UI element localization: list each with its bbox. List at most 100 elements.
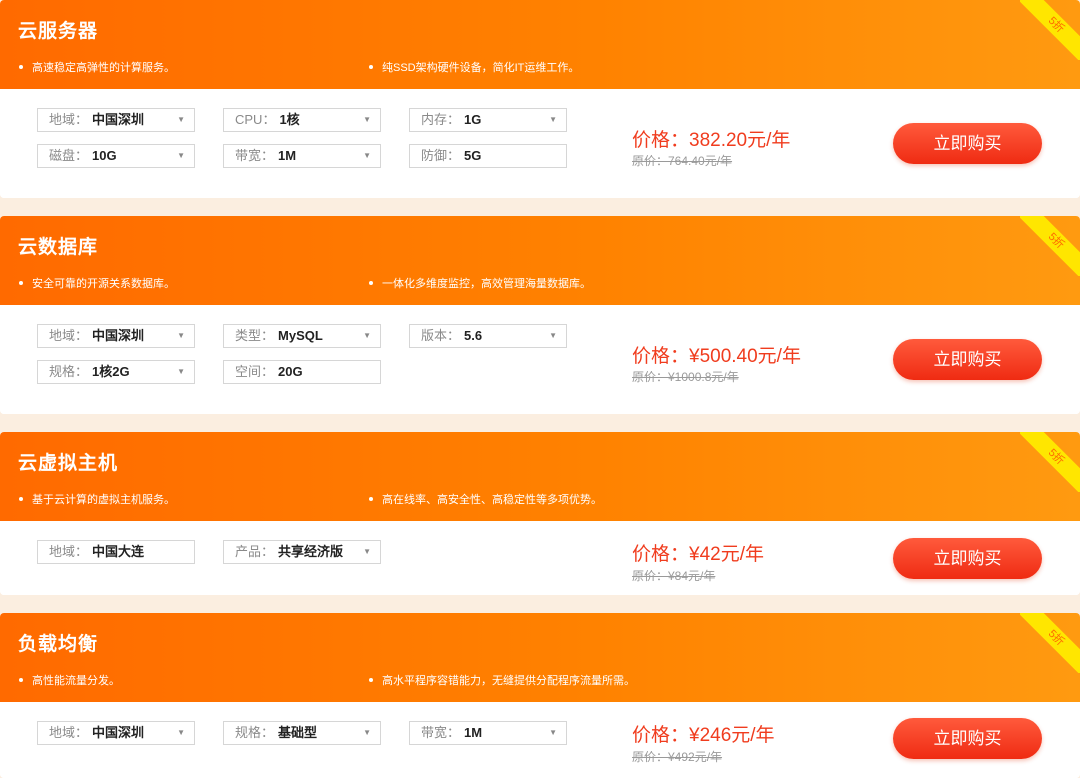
field-label: 地域： [49,725,89,740]
card-header: 云数据库 安全可靠的开源关系数据库。 一体化多维度监控，高效管理海量数据库。 5… [0,216,1080,305]
buy-now-button[interactable]: 立即购买 [893,538,1042,579]
field-value: 中国深圳 [92,112,145,127]
card-body: 地域： 中国深圳 ▼ 规格： 基础型 ▼ 带宽： 1M ▼ 价格：¥246元/年 原价：¥4… [0,702,1080,778]
discount-ribbon: 5折 [1020,216,1080,276]
chevron-down-icon: ▼ [363,547,371,556]
chevron-down-icon: ▼ [177,331,185,340]
defense-field: 防御： 5G [409,144,567,168]
product-list: 云服务器 高速稳定高弹性的计算服务。 纯SSD架构硬件设备，简化IT运维工作。 … [0,0,1080,778]
chevron-down-icon: ▼ [177,728,185,737]
buy-now-button[interactable]: 立即购买 [893,339,1042,380]
region-field: 地域： 中国大连 [37,540,195,564]
card-body: 地域： 中国大连 产品： 共享经济版 ▼ 价格：¥42元/年 原价：¥84元/年 立即… [0,521,1080,595]
field-value: 中国大连 [92,544,145,559]
discount-badge: 5折 [1020,432,1080,492]
card-header: 负载均衡 高性能流量分发。 高水平程序容错能力，无缝提供分配程序流量所需。 5折 [0,613,1080,702]
field-label: 内存： [421,112,461,127]
field-label: 类型： [235,328,275,343]
card-header: 云服务器 高速稳定高弹性的计算服务。 纯SSD架构硬件设备，简化IT运维工作。 … [0,0,1080,89]
original-price: 原价：¥1000.8元/年 [632,370,739,384]
original-price: 原价：¥84元/年 [632,569,716,583]
bandwidth-select[interactable]: 带宽： 1M ▼ [223,144,381,168]
discount-ribbon: 5折 [1020,432,1080,492]
card-body: 地域： 中国深圳 ▼ CPU： 1核 ▼ 内存： 1G ▼ 磁盘： 10G ▼ 带宽： 1M ▼ 防… [0,89,1080,198]
spec-select[interactable]: 规格： 基础型 ▼ [223,721,381,745]
discount-badge: 5折 [1020,0,1080,60]
region-select[interactable]: 地域： 中国深圳 ▼ [37,324,195,348]
product-card-load-balancer: 负载均衡 高性能流量分发。 高水平程序容错能力，无缝提供分配程序流量所需。 5折… [0,613,1080,778]
spec-select[interactable]: 规格： 1核2G ▼ [37,360,195,384]
product-card-virtual-host: 云虚拟主机 基于云计算的虚拟主机服务。 高在线率、高安全性、高稳定性等多项优势。… [0,432,1080,595]
feature-item: 基于云计算的虚拟主机服务。 [19,491,175,507]
discount-badge: 5折 [1020,216,1080,276]
version-select[interactable]: 版本： 5.6 ▼ [409,324,567,348]
field-label: 磁盘： [49,148,89,163]
field-label: 版本： [421,328,461,343]
bandwidth-select[interactable]: 带宽： 1M ▼ [409,721,567,745]
field-label: 防御： [421,148,461,163]
field-label: 产品： [235,544,275,559]
feature-item: 高速稳定高弹性的计算服务。 [19,59,175,75]
field-label: 带宽： [235,148,275,163]
chevron-down-icon: ▼ [177,115,185,124]
price: 价格：¥42元/年 [632,544,764,565]
field-value: 中国深圳 [92,725,145,740]
card-header: 云虚拟主机 基于云计算的虚拟主机服务。 高在线率、高安全性、高稳定性等多项优势。… [0,432,1080,521]
card-title: 云虚拟主机 [18,453,119,474]
product-select[interactable]: 产品： 共享经济版 ▼ [223,540,381,564]
card-body: 地域： 中国深圳 ▼ 类型： MySQL ▼ 版本： 5.6 ▼ 规格： 1核2G ▼ 空间： 2… [0,305,1080,414]
card-title: 负载均衡 [18,634,99,655]
field-value: 20G [278,364,303,379]
chevron-down-icon: ▼ [549,115,557,124]
chevron-down-icon: ▼ [177,151,185,160]
type-select[interactable]: 类型： MySQL ▼ [223,324,381,348]
chevron-down-icon: ▼ [363,151,371,160]
feature-item: 安全可靠的开源关系数据库。 [19,275,175,291]
buy-now-button[interactable]: 立即购买 [893,718,1042,759]
field-value: 1核 [279,112,300,127]
field-value: 10G [92,148,117,163]
field-label: 地域： [49,328,89,343]
field-value: 5.6 [464,328,483,343]
field-label: 地域： [49,544,89,559]
feature-item: 一体化多维度监控，高效管理海量数据库。 [369,275,591,291]
chevron-down-icon: ▼ [363,728,371,737]
field-value: MySQL [278,328,323,343]
field-value: 1M [278,148,297,163]
memory-select[interactable]: 内存： 1G ▼ [409,108,567,132]
feature-item: 高水平程序容错能力，无缝提供分配程序流量所需。 [369,672,635,688]
field-value: 1G [464,112,482,127]
field-label: 带宽： [421,725,461,740]
field-value: 基础型 [278,725,318,740]
discount-badge: 5折 [1020,613,1080,673]
chevron-down-icon: ▼ [363,331,371,340]
card-title: 云服务器 [18,21,99,42]
chevron-down-icon: ▼ [549,728,557,737]
price: 价格：¥246元/年 [632,725,775,746]
field-value: 共享经济版 [278,544,344,559]
product-card-cloud-server: 云服务器 高速稳定高弹性的计算服务。 纯SSD架构硬件设备，简化IT运维工作。 … [0,0,1080,198]
field-label: 规格： [235,725,275,740]
field-value: 中国深圳 [92,328,145,343]
cpu-select[interactable]: CPU： 1核 ▼ [223,108,381,132]
field-label: 空间： [235,364,275,379]
disk-select[interactable]: 磁盘： 10G ▼ [37,144,195,168]
field-value: 5G [464,148,482,163]
chevron-down-icon: ▼ [363,115,371,124]
chevron-down-icon: ▼ [177,367,185,376]
price: 价格：382.20元/年 [632,130,791,151]
buy-now-button[interactable]: 立即购买 [893,123,1042,164]
discount-ribbon: 5折 [1020,613,1080,673]
field-value: 1M [464,725,483,740]
region-select[interactable]: 地域： 中国深圳 ▼ [37,721,195,745]
product-card-cloud-database: 云数据库 安全可靠的开源关系数据库。 一体化多维度监控，高效管理海量数据库。 5… [0,216,1080,414]
region-select[interactable]: 地域： 中国深圳 ▼ [37,108,195,132]
field-label: 地域： [49,112,89,127]
field-value: 1核2G [92,364,130,379]
feature-item: 高在线率、高安全性、高稳定性等多项优势。 [369,491,602,507]
original-price: 原价：¥492元/年 [632,750,723,764]
chevron-down-icon: ▼ [549,331,557,340]
original-price: 原价：764.40元/年 [632,154,733,168]
field-label: CPU： [235,112,276,127]
feature-item: 高性能流量分发。 [19,672,120,688]
